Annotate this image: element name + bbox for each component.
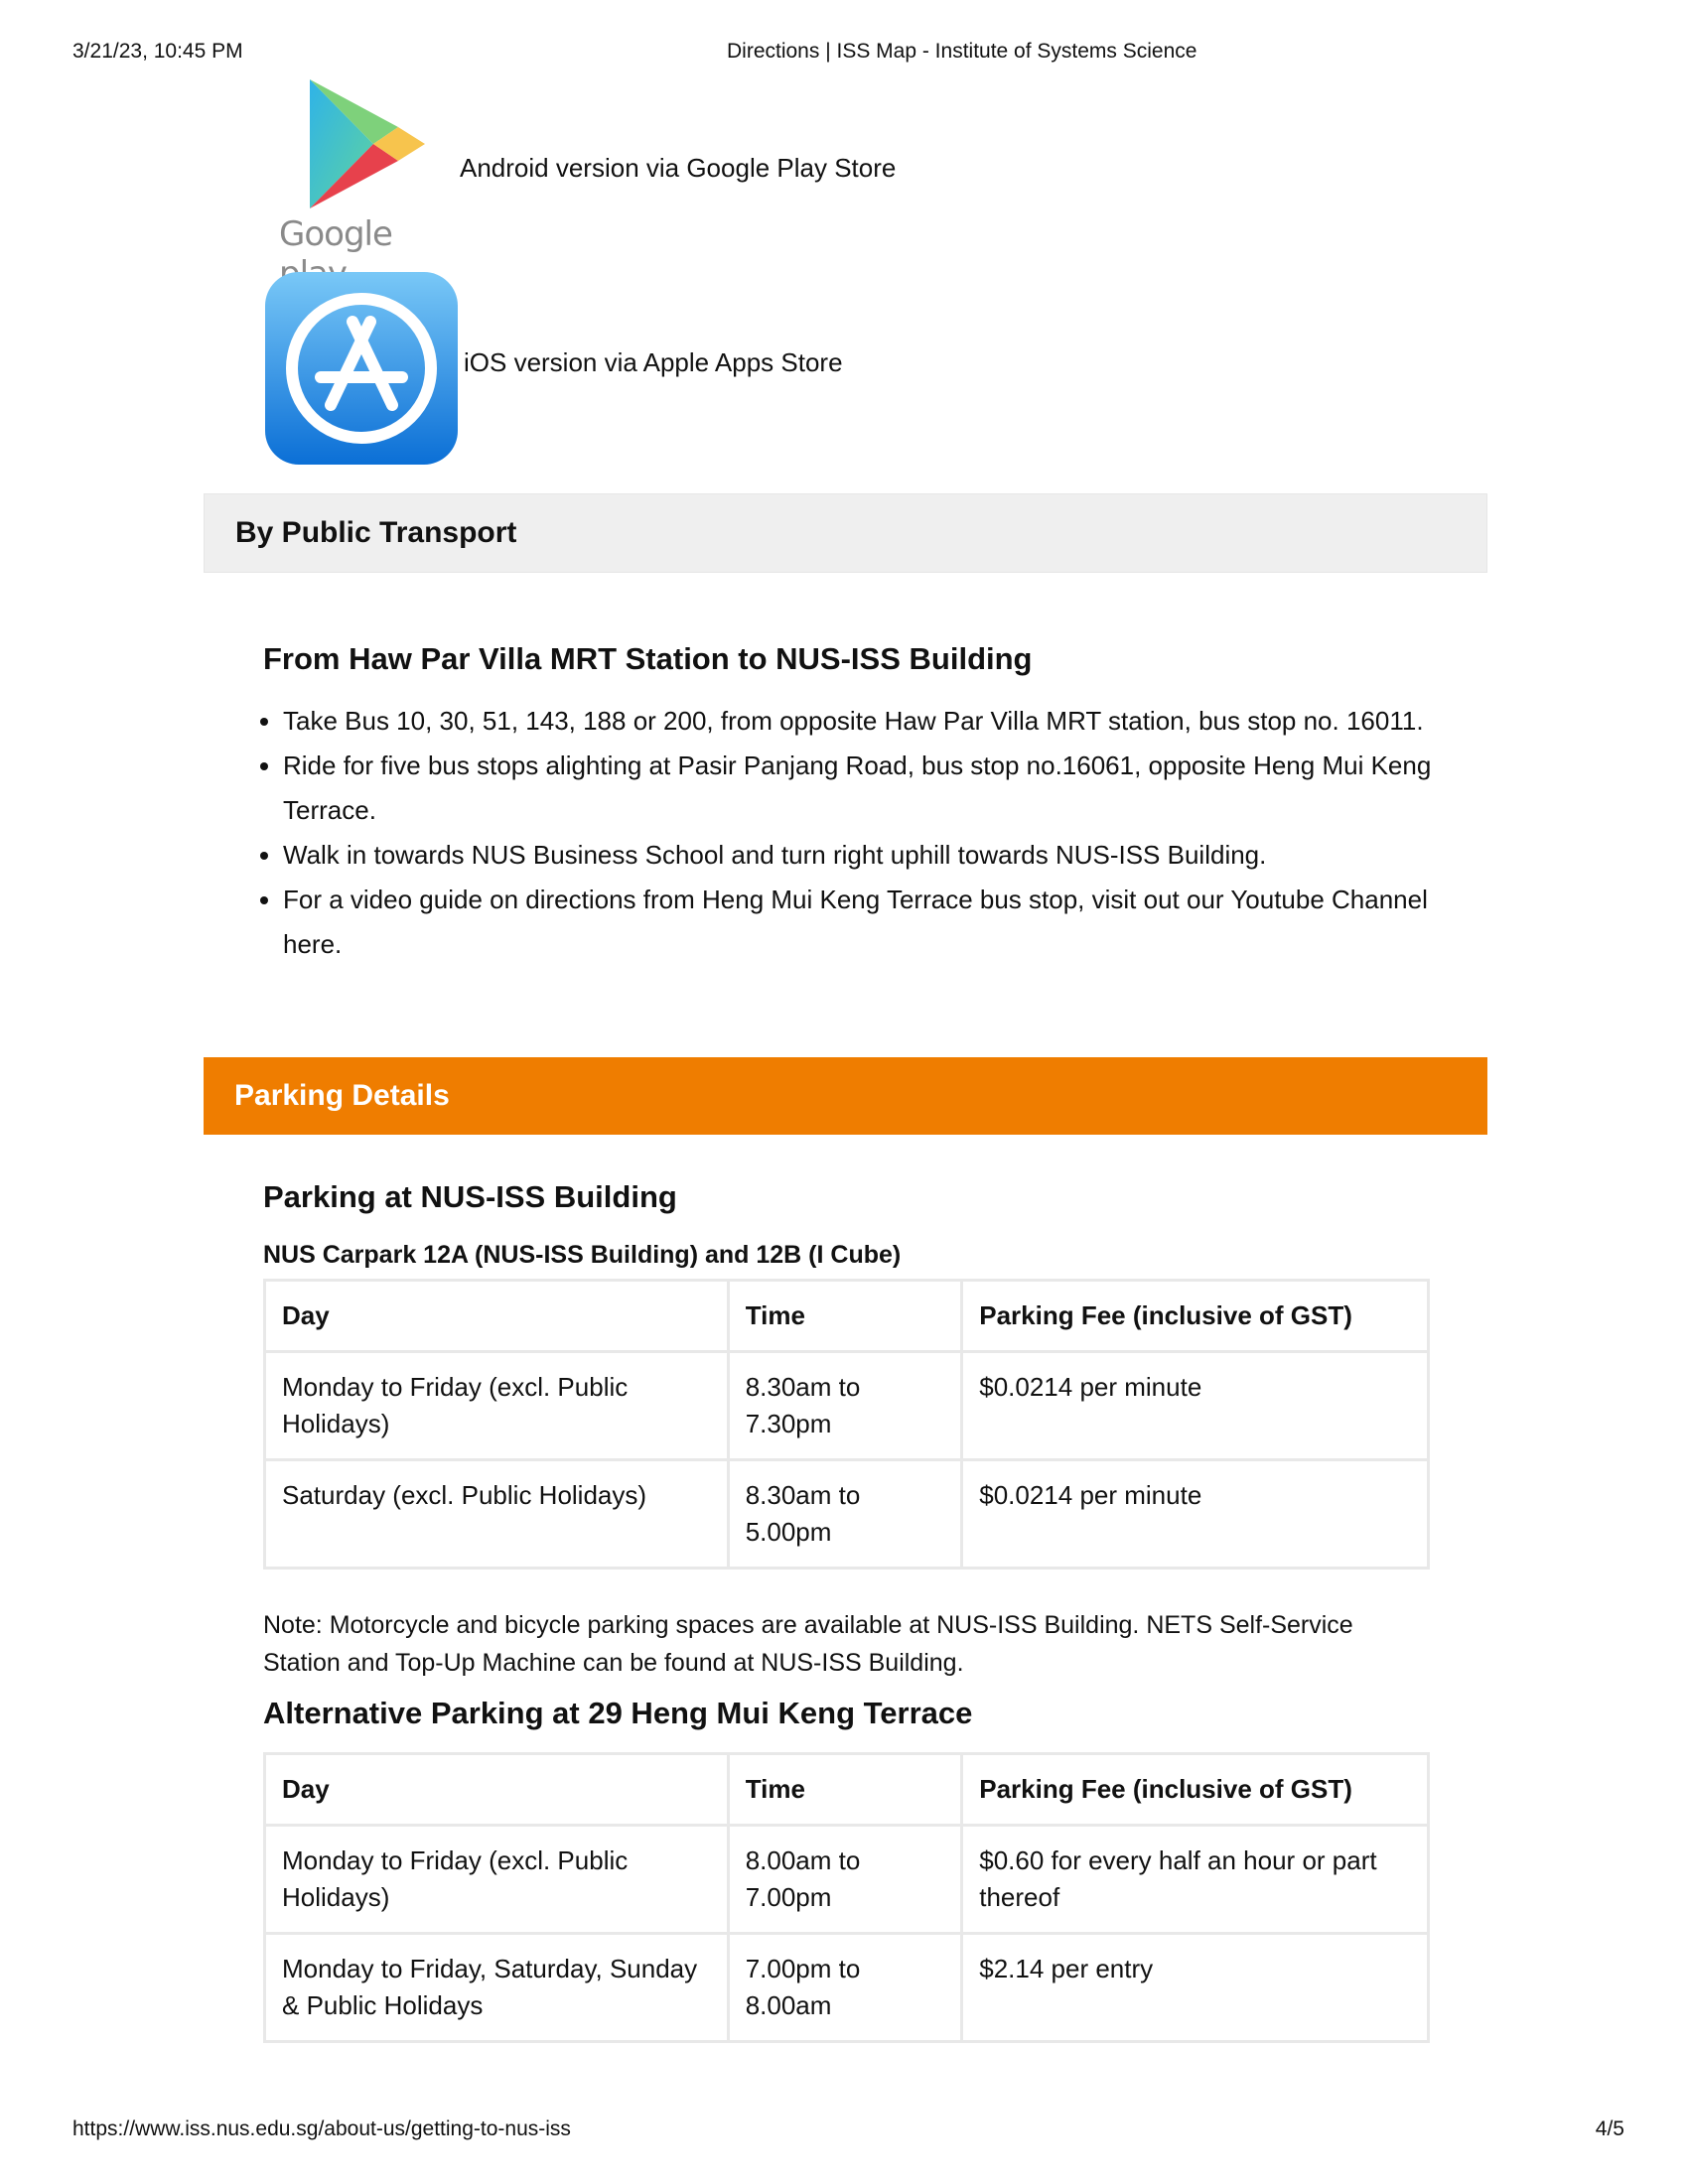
table-cell: $0.0214 per minute: [960, 1458, 1430, 1570]
parking-details-section-header[interactable]: Parking Details: [204, 1057, 1487, 1135]
print-timestamp: 3/21/23, 10:45 PM: [72, 40, 243, 63]
table-row: Monday to Friday (excl. Public Holidays)…: [263, 1824, 1430, 1935]
table-cell: $0.60 for every half an hour or part the…: [960, 1824, 1430, 1935]
print-url: https://www.iss.nus.edu.sg/about-us/gett…: [72, 2117, 571, 2140]
route-steps-list: Take Bus 10, 30, 51, 143, 188 or 200, fr…: [233, 699, 1475, 967]
app-store-badge[interactable]: [263, 270, 460, 467]
alt-parking-fee-table: Day Time Parking Fee (inclusive of GST) …: [263, 1752, 1430, 2043]
route-heading: From Haw Par Villa MRT Station to NUS-IS…: [263, 641, 1033, 676]
android-version-link[interactable]: Android version via Google Play Store: [460, 153, 896, 184]
parking-heading: Parking at NUS-ISS Building: [263, 1179, 677, 1214]
table-cell: 7.00pm to 8.00am: [726, 1932, 964, 2043]
table-cell: Saturday (excl. Public Holidays): [263, 1458, 730, 1570]
alt-parking-heading: Alternative Parking at 29 Heng Mui Keng …: [263, 1696, 973, 1730]
list-item: Ride for five bus stops alighting at Pas…: [283, 744, 1475, 833]
table-row: Monday to Friday, Saturday, Sunday & Pub…: [263, 1932, 1430, 2043]
table-cell: 8.00am to 7.00pm: [726, 1824, 964, 1935]
app-store-icon: [265, 272, 458, 465]
carpark-subheading: NUS Carpark 12A (NUS-ISS Building) and 1…: [263, 1241, 902, 1269]
list-item: Walk in towards NUS Business School and …: [283, 833, 1475, 878]
table-header-row: Day Time Parking Fee (inclusive of GST): [263, 1752, 1430, 1827]
list-item: For a video guide on directions from Hen…: [283, 878, 1475, 967]
public-transport-section-header[interactable]: By Public Transport: [204, 493, 1487, 573]
table-row: Monday to Friday (excl. Public Holidays)…: [263, 1350, 1430, 1461]
table-header-time: Time: [726, 1279, 964, 1353]
ios-version-link[interactable]: iOS version via Apple Apps Store: [464, 347, 843, 378]
table-cell: Monday to Friday (excl. Public Holidays): [263, 1350, 730, 1461]
print-page-title: Directions | ISS Map - Institute of Syst…: [727, 40, 1197, 63]
table-cell: 8.30am to 5.00pm: [726, 1458, 964, 1570]
table-cell: Monday to Friday, Saturday, Sunday & Pub…: [263, 1932, 730, 2043]
parking-fee-table: Day Time Parking Fee (inclusive of GST) …: [263, 1279, 1430, 1570]
table-header-fee: Parking Fee (inclusive of GST): [960, 1279, 1430, 1353]
table-cell: 8.30am to 7.30pm: [726, 1350, 964, 1461]
google-play-badge[interactable]: Google play: [274, 77, 449, 294]
table-header-fee: Parking Fee (inclusive of GST): [960, 1752, 1430, 1827]
table-row: Saturday (excl. Public Holidays) 8.30am …: [263, 1458, 1430, 1570]
table-header-row: Day Time Parking Fee (inclusive of GST): [263, 1279, 1430, 1353]
parking-note: Note: Motorcycle and bicycle parking spa…: [263, 1611, 1353, 1677]
table-cell: $2.14 per entry: [960, 1932, 1430, 2043]
table-header-time: Time: [726, 1752, 964, 1827]
table-cell: $0.0214 per minute: [960, 1350, 1430, 1461]
google-play-icon: [310, 79, 425, 208]
table-header-day: Day: [263, 1752, 730, 1827]
table-cell: Monday to Friday (excl. Public Holidays): [263, 1824, 730, 1935]
print-page-number: 4/5: [1595, 2117, 1624, 2140]
table-header-day: Day: [263, 1279, 730, 1353]
list-item: Take Bus 10, 30, 51, 143, 188 or 200, fr…: [283, 699, 1475, 744]
